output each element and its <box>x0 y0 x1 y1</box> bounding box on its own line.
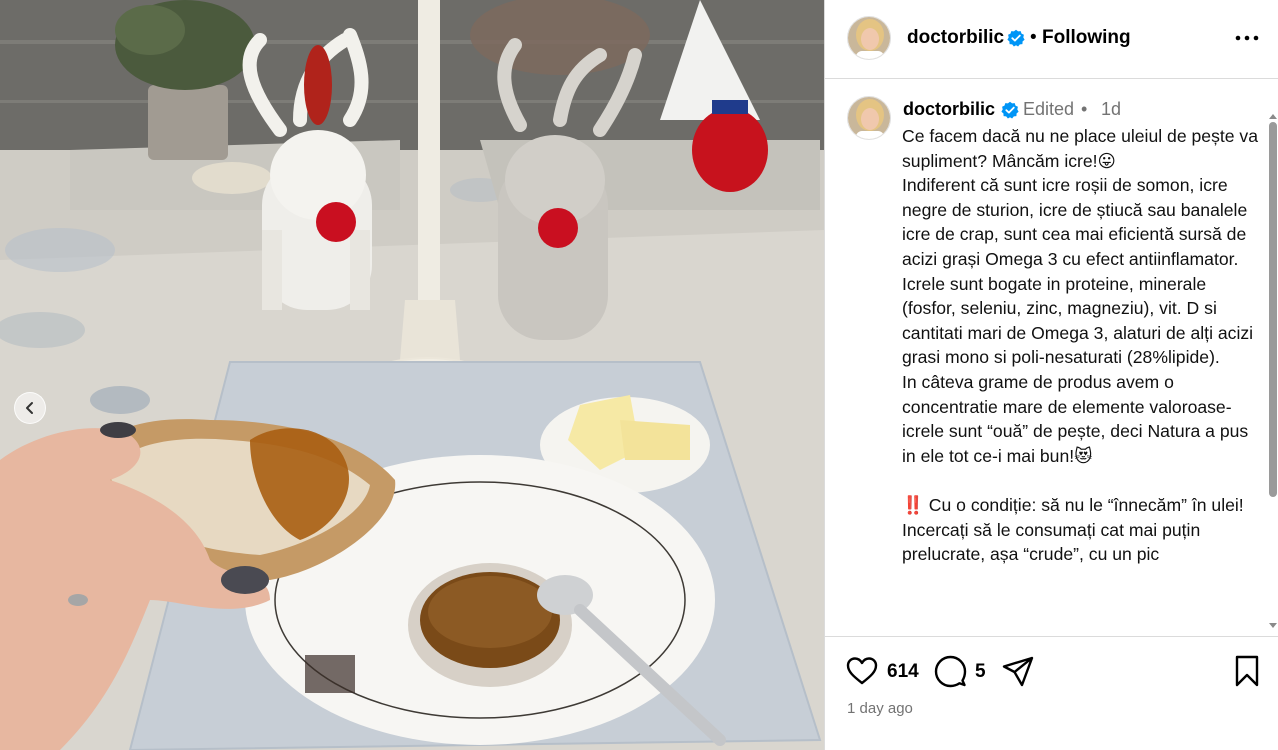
like-count[interactable]: 614 <box>887 661 919 683</box>
more-options-icon[interactable] <box>1233 26 1261 50</box>
author-username[interactable]: doctorbilic <box>907 27 1004 49</box>
comment-bubble-icon[interactable] <box>933 654 967 688</box>
comment-count[interactable]: 5 <box>975 661 986 683</box>
post-time[interactable]: 1 day ago <box>847 700 913 717</box>
avatar-image <box>848 97 890 139</box>
photo-illustration <box>0 0 824 750</box>
post-header: doctorbilic • Following <box>825 0 1278 79</box>
action-bar: 614 5 1 day ago <box>825 636 1278 750</box>
post-photo[interactable] <box>0 0 824 750</box>
edited-label: Edited <box>1023 99 1075 119</box>
heart-icon[interactable] <box>845 654 879 688</box>
caption-author-avatar[interactable] <box>847 96 891 140</box>
caption-username[interactable]: doctorbilic <box>903 99 995 120</box>
caption-section: doctorbilic Edited • 1d Ce facem dacă nu… <box>825 80 1278 636</box>
scroll-down-arrow-icon[interactable] <box>1268 622 1278 630</box>
caption-timestamp[interactable]: 1d <box>1101 99 1121 120</box>
post-sidebar: doctorbilic • Following doctorbilic Edit… <box>824 0 1278 750</box>
verified-badge-icon <box>1001 101 1019 119</box>
header-dot-separator: • <box>1030 27 1037 48</box>
bookmark-icon[interactable] <box>1230 654 1264 688</box>
caption-dot-separator: • <box>1081 99 1088 119</box>
scroll-up-arrow-icon[interactable] <box>1268 112 1278 120</box>
caption-text: Ce facem dacă nu ne place uleiul de peșt… <box>902 126 1259 565</box>
author-avatar[interactable] <box>847 16 891 60</box>
verified-badge-icon <box>1007 29 1025 47</box>
carousel-prev-button[interactable] <box>14 392 46 424</box>
following-button[interactable]: Following <box>1042 27 1131 49</box>
avatar-image <box>848 17 890 59</box>
caption-scrollbar-thumb[interactable] <box>1269 122 1277 497</box>
chevron-left-icon <box>26 402 33 414</box>
paper-plane-icon[interactable] <box>1001 654 1035 688</box>
